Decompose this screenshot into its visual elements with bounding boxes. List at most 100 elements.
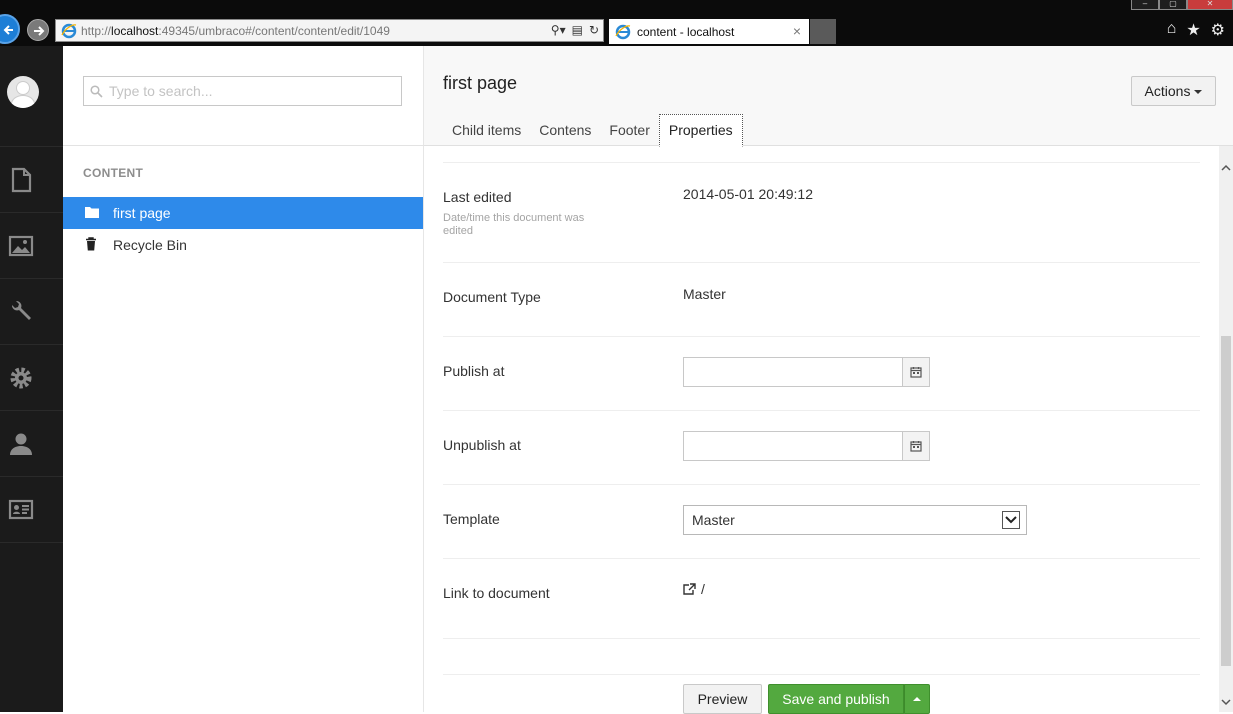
tree-item-label: Recycle Bin bbox=[113, 237, 187, 253]
unpublish-at-picker bbox=[683, 431, 930, 461]
last-edited-value: 2014-05-01 20:49:12 bbox=[683, 186, 813, 202]
tree-heading: CONTENT bbox=[83, 166, 144, 180]
tree-search-box[interactable] bbox=[83, 76, 402, 106]
tab-child-items[interactable]: Child items bbox=[443, 114, 530, 147]
section-divider bbox=[0, 542, 63, 608]
refresh-icon[interactable]: ↻ bbox=[589, 23, 599, 37]
window-close-button[interactable]: ✕ bbox=[1187, 0, 1233, 10]
window-controls: – ▢ ✕ bbox=[1131, 0, 1233, 10]
property-label: Document Type bbox=[443, 289, 541, 305]
template-select[interactable]: Master bbox=[683, 505, 1027, 535]
tree-item-label: first page bbox=[113, 205, 171, 221]
search-icon bbox=[90, 84, 103, 98]
preview-button[interactable]: Preview bbox=[683, 684, 762, 714]
gear-icon bbox=[10, 367, 32, 388]
unpublish-at-input[interactable] bbox=[683, 431, 902, 461]
image-icon bbox=[8, 235, 34, 256]
property-label: Last edited bbox=[443, 189, 512, 205]
section-members[interactable] bbox=[0, 476, 63, 542]
save-and-publish-button[interactable]: Save and publish bbox=[768, 684, 904, 714]
tab-close-icon[interactable]: × bbox=[793, 23, 801, 39]
tab-footer[interactable]: Footer bbox=[600, 114, 658, 147]
section-media[interactable] bbox=[0, 212, 63, 278]
property-unpublish-at: Unpublish at bbox=[443, 410, 1200, 484]
forward-arrow-icon bbox=[34, 26, 45, 36]
tab-properties[interactable]: Properties bbox=[658, 114, 743, 147]
publish-at-input[interactable] bbox=[683, 357, 902, 387]
properties-panel: Last edited Date/time this document was … bbox=[424, 146, 1219, 712]
publish-at-picker bbox=[683, 357, 930, 387]
ie-icon bbox=[615, 24, 631, 39]
browser-forward-button[interactable] bbox=[27, 19, 49, 41]
document-type-value: Master bbox=[683, 286, 726, 302]
content-tree: CONTENT first page Recycle Bin bbox=[63, 46, 424, 712]
home-icon[interactable]: ⌂ bbox=[1167, 20, 1177, 40]
property-document-type: Document Type Master bbox=[443, 262, 1200, 336]
property-template: Template Master bbox=[443, 484, 1200, 558]
section-users[interactable] bbox=[0, 410, 63, 476]
template-selected-value: Master bbox=[692, 512, 735, 528]
url-host: localhost bbox=[111, 23, 159, 38]
folder-icon bbox=[85, 205, 101, 221]
caret-up-icon bbox=[913, 697, 921, 701]
wrench-icon bbox=[11, 300, 31, 320]
browser-tab[interactable]: content - localhost × bbox=[609, 19, 809, 44]
property-last-edited: Last edited Date/time this document was … bbox=[443, 162, 1200, 262]
document-icon bbox=[11, 167, 32, 192]
publish-options-toggle[interactable] bbox=[904, 684, 930, 714]
document-link-text: / bbox=[701, 581, 705, 597]
ie-icon bbox=[61, 23, 77, 38]
property-link-to-document: Link to document / bbox=[443, 558, 1200, 638]
browser-chrome: – ▢ ✕ http://localhost:49345/umbraco#/co… bbox=[0, 0, 1233, 46]
page-title[interactable]: first page bbox=[443, 73, 517, 94]
search-icon[interactable]: ⚲▾ bbox=[551, 23, 566, 37]
address-bar[interactable]: http://localhost:49345/umbraco#/content/… bbox=[55, 19, 604, 42]
tree-item-first-page[interactable]: first page bbox=[63, 197, 423, 229]
document-link[interactable]: / bbox=[683, 581, 705, 597]
external-link-icon bbox=[683, 583, 696, 595]
user-icon bbox=[10, 433, 32, 455]
tab-contens[interactable]: Contens bbox=[530, 114, 600, 147]
section-developer[interactable] bbox=[0, 344, 63, 410]
calendar-icon[interactable] bbox=[902, 431, 930, 461]
editor-footer: Preview Save and publish bbox=[683, 684, 930, 714]
section-settings[interactable] bbox=[0, 278, 63, 344]
actions-label: Actions bbox=[1144, 83, 1191, 99]
section-content[interactable] bbox=[0, 146, 63, 212]
minimize-button[interactable]: – bbox=[1131, 0, 1159, 10]
calendar-icon[interactable] bbox=[902, 357, 930, 387]
property-label: Template bbox=[443, 511, 500, 527]
editor-header: first page Actions Child items Contens F… bbox=[424, 46, 1233, 147]
publish-button-group: Save and publish bbox=[768, 684, 930, 714]
tree-item-recycle-bin[interactable]: Recycle Bin bbox=[63, 229, 423, 261]
new-tab-button[interactable] bbox=[810, 19, 836, 44]
property-divider bbox=[443, 638, 1200, 678]
trash-icon bbox=[85, 236, 101, 254]
vertical-scrollbar[interactable] bbox=[1219, 146, 1233, 712]
tab-title: content - localhost bbox=[637, 24, 735, 39]
maximize-button[interactable]: ▢ bbox=[1159, 0, 1187, 10]
id-card-icon bbox=[8, 499, 34, 519]
scroll-up-icon[interactable] bbox=[1221, 164, 1231, 172]
editor-tabs: Child items Contens Footer Properties bbox=[443, 114, 743, 147]
actions-button[interactable]: Actions bbox=[1131, 76, 1216, 106]
scrollbar-thumb[interactable] bbox=[1221, 336, 1231, 666]
property-label: Unpublish at bbox=[443, 437, 521, 453]
sections-bar bbox=[0, 46, 63, 712]
chevron-down-icon[interactable] bbox=[1002, 511, 1020, 529]
scroll-down-icon[interactable] bbox=[1221, 698, 1231, 706]
tools-gear-icon[interactable]: ⚙ bbox=[1211, 20, 1225, 40]
editor-panel: first page Actions Child items Contens F… bbox=[424, 46, 1233, 714]
tree-divider bbox=[63, 145, 424, 146]
favorites-star-icon[interactable]: ★ bbox=[1186, 20, 1200, 40]
caret-down-icon bbox=[1194, 89, 1203, 94]
avatar[interactable] bbox=[7, 76, 39, 108]
property-publish-at: Publish at bbox=[443, 336, 1200, 410]
back-arrow-icon bbox=[3, 25, 13, 35]
compat-view-icon[interactable]: ▤ bbox=[572, 23, 583, 37]
browser-back-button[interactable] bbox=[0, 14, 20, 44]
property-label: Publish at bbox=[443, 363, 505, 379]
property-label: Link to document bbox=[443, 585, 550, 601]
search-input[interactable] bbox=[109, 83, 389, 99]
url-path: :49345/umbraco#/content/content/edit/104… bbox=[158, 23, 390, 38]
